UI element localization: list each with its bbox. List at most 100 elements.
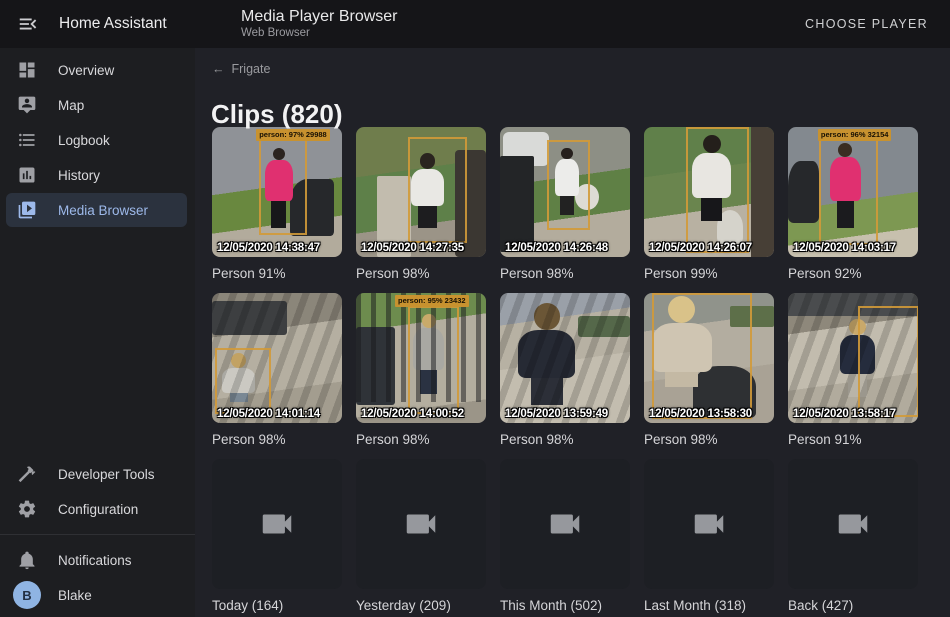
- header-title: Media Player Browser: [241, 8, 398, 26]
- folder-tile-yesterday[interactable]: Yesterday (209): [356, 459, 486, 613]
- person-torso: [518, 330, 575, 379]
- clip-thumbnail[interactable]: person: 97% 2998812/05/2020 14:38:47: [212, 127, 342, 257]
- clip-tile[interactable]: person: 97% 2998812/05/2020 14:38:47 Pers…: [212, 127, 342, 281]
- home-assistant-window: Home Assistant Media Player Browser Web …: [0, 0, 950, 617]
- clip-tile[interactable]: 12/05/2020 14:26:48 Person 98%: [500, 127, 630, 281]
- clip-thumbnail[interactable]: 12/05/2020 13:58:17: [788, 293, 918, 423]
- clip-thumbnail[interactable]: 12/05/2020 13:59:49: [500, 293, 630, 423]
- clip-tile[interactable]: person: 96% 3215412/05/2020 14:03:17 Pers…: [788, 127, 918, 281]
- clip-tile[interactable]: person: 95% 2343212/05/2020 14:00:52Pers…: [356, 293, 486, 447]
- clip-timestamp: 12/05/2020 14:26:48: [505, 242, 608, 254]
- cog-icon: [17, 499, 37, 519]
- clip-tile[interactable]: 12/05/2020 14:27:35 Person 98%: [356, 127, 486, 281]
- top-app-bar: Home Assistant Media Player Browser Web …: [0, 0, 950, 48]
- scene-object: [578, 316, 630, 337]
- clip-caption: Person 91%: [212, 266, 342, 281]
- clip-caption: Person 98%: [500, 266, 630, 281]
- menu-toggle-icon[interactable]: [17, 13, 39, 35]
- sidebar-item-label: Media Browser: [58, 203, 148, 218]
- clip-caption: Person 98%: [356, 266, 486, 281]
- format-list-bulleted-icon: [17, 130, 37, 150]
- scene-object: [356, 327, 395, 405]
- video-icon: [546, 505, 584, 543]
- clip-thumbnail[interactable]: 12/05/2020 13:58:30: [644, 293, 774, 423]
- folder-tile-back[interactable]: Back (427): [788, 459, 918, 613]
- choose-player-button[interactable]: CHOOSE PLAYER: [799, 16, 934, 32]
- scene-object: [788, 161, 819, 223]
- clip-caption: Person 92%: [788, 266, 918, 281]
- folder-thumbnail[interactable]: [644, 459, 774, 589]
- detection-bbox: [408, 137, 467, 242]
- clip-tile[interactable]: 12/05/2020 14:26:07Person 99%: [644, 127, 774, 281]
- clip-thumbnail[interactable]: 12/05/2020 14:01:14: [212, 293, 342, 423]
- clip-timestamp: 12/05/2020 14:27:35: [361, 242, 464, 254]
- view-dashboard-icon: [17, 60, 37, 80]
- video-icon: [690, 505, 728, 543]
- clip-tile[interactable]: 12/05/2020 13:58:30 Person 98%: [644, 293, 774, 447]
- sidebar-item-developer-tools[interactable]: Developer Tools: [6, 457, 187, 491]
- sidebar-item-label: Notifications: [58, 553, 132, 568]
- folder-tile-last-month[interactable]: Last Month (318): [644, 459, 774, 613]
- sidebar-item-configuration[interactable]: Configuration: [6, 492, 187, 526]
- clip-timestamp: 12/05/2020 13:58:30: [649, 408, 752, 420]
- app-title: Home Assistant: [59, 15, 167, 33]
- sidebar-item-media-browser[interactable]: Media Browser: [6, 193, 187, 227]
- folder-label: Last Month (318): [644, 598, 774, 613]
- clip-caption: Person 98%: [212, 432, 342, 447]
- detection-bbox: [819, 137, 878, 245]
- scene-object: [500, 156, 534, 252]
- detection-label: person: 97% 29988: [256, 129, 330, 141]
- detection-bbox: [547, 140, 590, 230]
- sidebar-item-history[interactable]: History: [6, 158, 187, 192]
- sidebar-item-label: Overview: [58, 63, 114, 78]
- sidebar-item-label: History: [58, 168, 100, 183]
- detection-label: person: 95% 23432: [395, 295, 469, 307]
- folder-thumbnail[interactable]: [500, 459, 630, 589]
- sidebar-item-label: Logbook: [58, 133, 110, 148]
- clip-caption: Person 98%: [644, 432, 774, 447]
- clip-thumbnail[interactable]: 12/05/2020 14:26:48: [500, 127, 630, 257]
- video-icon: [258, 505, 296, 543]
- chart-box-icon: [17, 165, 37, 185]
- clip-thumbnail[interactable]: person: 95% 2343212/05/2020 14:00:52: [356, 293, 486, 423]
- scene-object: [212, 301, 287, 335]
- clip-tile[interactable]: 12/05/2020 14:01:14 Person 98%: [212, 293, 342, 447]
- tooltip-account-icon: [17, 95, 37, 115]
- clip-thumbnail[interactable]: person: 96% 3215412/05/2020 14:03:17: [788, 127, 918, 257]
- detection-bbox: [215, 348, 271, 414]
- clip-thumbnail[interactable]: 12/05/2020 14:27:35: [356, 127, 486, 257]
- folder-tile-today[interactable]: Today (164): [212, 459, 342, 613]
- back-arrow-icon: ←: [212, 62, 225, 76]
- sidebar-item-map[interactable]: Map: [6, 88, 187, 122]
- clip-timestamp: 12/05/2020 13:59:49: [505, 408, 608, 420]
- sidebar-spacer: [0, 228, 195, 456]
- breadcrumb-label: Frigate: [232, 62, 271, 76]
- play-box-multiple-icon: [17, 200, 37, 220]
- folder-thumbnail[interactable]: [212, 459, 342, 589]
- hammer-icon: [17, 464, 37, 484]
- media-grid: person: 97% 2998812/05/2020 14:38:47 Pers…: [212, 127, 918, 613]
- header-subtitle: Web Browser: [241, 27, 398, 40]
- folder-thumbnail[interactable]: [788, 459, 918, 589]
- breadcrumb-back-frigate[interactable]: ← Frigate: [212, 62, 270, 76]
- detection-bbox: [686, 127, 750, 253]
- detection-bbox: [408, 306, 459, 414]
- sidebar-item-overview[interactable]: Overview: [6, 53, 187, 87]
- folder-thumbnail[interactable]: [356, 459, 486, 589]
- clip-tile[interactable]: 12/05/2020 13:59:49 Person 98%: [500, 293, 630, 447]
- clip-timestamp: 12/05/2020 14:03:17: [793, 242, 896, 254]
- person-legs: [531, 378, 562, 404]
- detection-bbox: [259, 135, 307, 235]
- sidebar-item-notifications[interactable]: Notifications: [6, 543, 187, 577]
- folder-tile-this-month[interactable]: This Month (502): [500, 459, 630, 613]
- clip-thumbnail[interactable]: 12/05/2020 14:26:07: [644, 127, 774, 257]
- clip-timestamp: 12/05/2020 14:01:14: [217, 408, 320, 420]
- scene-object: [751, 127, 774, 257]
- clip-tile[interactable]: 12/05/2020 13:58:17Person 91%: [788, 293, 918, 447]
- sidebar-item-logbook[interactable]: Logbook: [6, 123, 187, 157]
- sidebar-item-profile[interactable]: BBlake: [6, 578, 187, 612]
- page-title: Clips (820): [211, 99, 343, 130]
- clip-caption: Person 98%: [500, 432, 630, 447]
- page-header: Media Player Browser Web Browser: [241, 8, 398, 41]
- avatar: B: [13, 581, 41, 609]
